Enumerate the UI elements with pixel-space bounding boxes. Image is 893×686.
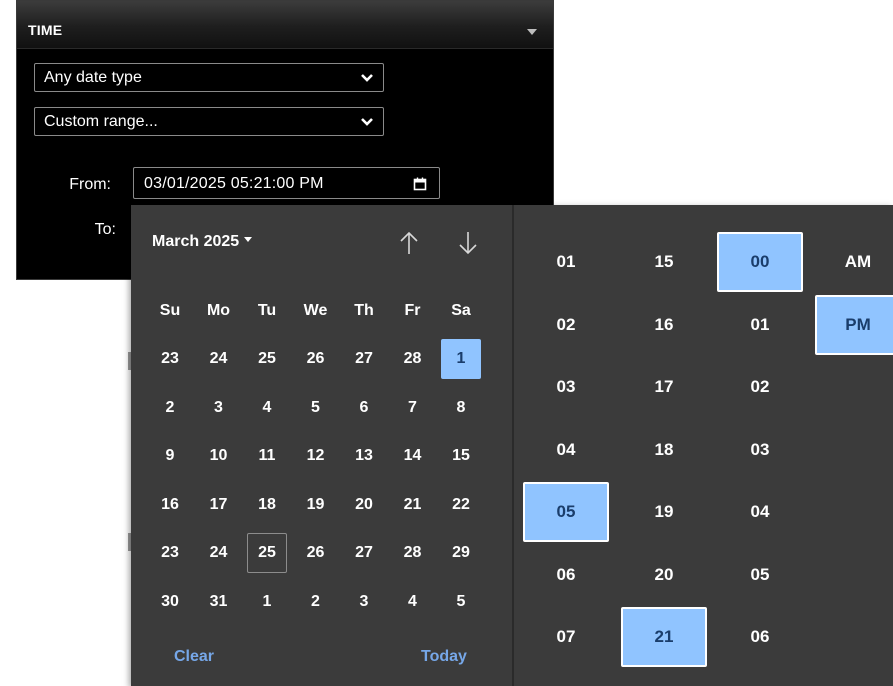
- clear-button[interactable]: Clear: [174, 648, 214, 666]
- from-label: From:: [69, 176, 111, 193]
- calendar-day[interactable]: 26: [296, 339, 336, 379]
- calendar-day[interactable]: 28: [393, 533, 433, 573]
- chevron-down-icon: [361, 74, 373, 82]
- weekday-header: Sa: [451, 302, 471, 319]
- to-label: To:: [94, 221, 116, 238]
- calendar-day[interactable]: 19: [296, 485, 336, 525]
- calendar-day[interactable]: 23: [150, 533, 190, 573]
- seconds-option[interactable]: 06: [717, 607, 803, 667]
- ampm-option[interactable]: PM: [815, 294, 893, 355]
- arrow-up-icon[interactable]: [393, 227, 425, 259]
- weekday-header: Mo: [206, 302, 231, 319]
- calendar-day[interactable]: 26: [296, 533, 336, 573]
- seconds-option[interactable]: 03: [717, 420, 803, 480]
- calendar-day[interactable]: 3: [199, 388, 239, 428]
- from-datetime-input[interactable]: 03/01/2025 05:21:00 PM: [133, 167, 440, 199]
- calendar-day[interactable]: 30: [150, 582, 190, 622]
- calendar-day[interactable]: 29: [441, 533, 481, 573]
- weekday-header: Fr: [404, 302, 421, 319]
- caret-down-icon: [244, 237, 253, 243]
- minutes-option[interactable]: 16: [621, 295, 707, 355]
- hours-option[interactable]: 02: [523, 295, 609, 355]
- hours-option[interactable]: 01: [523, 232, 609, 292]
- calendar-day[interactable]: 22: [441, 485, 481, 525]
- calendar-day[interactable]: 27: [344, 533, 384, 573]
- calendar-day[interactable]: 21: [393, 485, 433, 525]
- range-value: Custom range...: [44, 113, 158, 130]
- calendar-day[interactable]: 1: [441, 339, 481, 379]
- calendar-day[interactable]: 15: [441, 436, 481, 476]
- minutes-option[interactable]: 18: [621, 420, 707, 480]
- calendar-day[interactable]: 6: [344, 388, 384, 428]
- date-type-select[interactable]: Any date type: [34, 63, 384, 92]
- calendar-day[interactable]: 13: [344, 436, 384, 476]
- month-year-label: March 2025: [152, 233, 240, 250]
- calendar-day[interactable]: 17: [199, 485, 239, 525]
- calendar-day[interactable]: 18: [247, 485, 287, 525]
- minutes-option[interactable]: 19: [621, 482, 707, 542]
- calendar-day[interactable]: 14: [393, 436, 433, 476]
- datetime-picker-popup: March 2025 Su Mo Tu We Th Fr Sa 23 24 25 26 27 28 1 2 3…: [131, 205, 893, 686]
- minutes-option[interactable]: 21: [621, 607, 707, 667]
- calendar-day[interactable]: 23: [150, 339, 190, 379]
- calendar-day[interactable]: 5: [296, 388, 336, 428]
- calendar-day[interactable]: 28: [393, 339, 433, 379]
- weekday-header: Th: [354, 302, 374, 319]
- minutes-option[interactable]: 20: [621, 545, 707, 605]
- calendar-day[interactable]: 7: [393, 388, 433, 428]
- calendar-icon[interactable]: [413, 177, 427, 191]
- panel-title: TIME: [28, 22, 63, 38]
- today-button[interactable]: Today: [421, 648, 467, 666]
- seconds-option[interactable]: 00: [717, 232, 803, 292]
- range-select[interactable]: Custom range...: [34, 107, 384, 136]
- calendar-day[interactable]: 10: [199, 436, 239, 476]
- weekday-header: Su: [159, 302, 181, 319]
- calendar-day[interactable]: 31: [199, 582, 239, 622]
- calendar-day[interactable]: 27: [344, 339, 384, 379]
- minutes-option[interactable]: 17: [621, 357, 707, 417]
- seconds-option[interactable]: 04: [717, 482, 803, 542]
- calendar-day[interactable]: 9: [150, 436, 190, 476]
- hours-option[interactable]: 07: [523, 607, 609, 667]
- calendar-day[interactable]: 2: [150, 388, 190, 428]
- calendar-day[interactable]: 4: [247, 388, 287, 428]
- calendar-day[interactable]: 24: [199, 533, 239, 573]
- hours-option[interactable]: 06: [523, 545, 609, 605]
- time-panel-header[interactable]: TIME: [17, 1, 553, 49]
- calendar-day[interactable]: 2: [296, 582, 336, 622]
- chevron-down-icon: [361, 118, 373, 126]
- seconds-option[interactable]: 02: [717, 357, 803, 417]
- calendar-day[interactable]: 1: [247, 582, 287, 622]
- calendar-day[interactable]: 11: [247, 436, 287, 476]
- calendar-day[interactable]: 5: [441, 582, 481, 622]
- calendar-day[interactable]: 4: [393, 582, 433, 622]
- date-type-value: Any date type: [44, 69, 142, 86]
- seconds-option[interactable]: 01: [717, 295, 803, 355]
- weekday-header: Tu: [257, 302, 277, 319]
- ampm-option[interactable]: AM: [815, 232, 893, 292]
- calendar-day[interactable]: 3: [344, 582, 384, 622]
- calendar-day[interactable]: 20: [344, 485, 384, 525]
- calendar-day[interactable]: 25: [247, 533, 287, 573]
- hours-option[interactable]: 05: [523, 482, 609, 542]
- seconds-option[interactable]: 05: [717, 545, 803, 605]
- calendar-day[interactable]: 24: [199, 339, 239, 379]
- month-year-dropdown[interactable]: March 2025: [152, 233, 253, 251]
- calendar-day[interactable]: 25: [247, 339, 287, 379]
- minutes-option[interactable]: 15: [621, 232, 707, 292]
- calendar-day[interactable]: 12: [296, 436, 336, 476]
- picker-divider: [512, 205, 514, 686]
- hours-option[interactable]: 04: [523, 420, 609, 480]
- weekday-header: We: [303, 302, 328, 319]
- hours-option[interactable]: 03: [523, 357, 609, 417]
- calendar-day[interactable]: 8: [441, 388, 481, 428]
- calendar-day[interactable]: 16: [150, 485, 190, 525]
- from-datetime-value: 03/01/2025 05:21:00 PM: [144, 175, 324, 192]
- arrow-down-icon[interactable]: [452, 227, 484, 259]
- collapse-arrow-icon[interactable]: [527, 29, 537, 35]
